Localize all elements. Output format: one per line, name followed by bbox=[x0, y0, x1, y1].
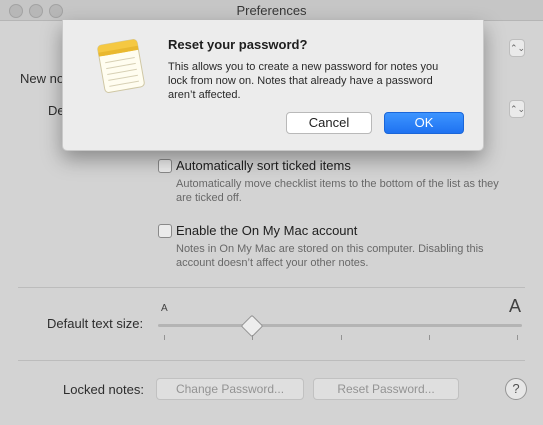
alert-message: This allows you to create a new password… bbox=[168, 61, 439, 101]
alert-title: Reset your password? bbox=[168, 37, 308, 52]
reset-password-alert: Reset your password? This allows you to … bbox=[62, 20, 484, 151]
ok-button[interactable]: OK bbox=[384, 112, 464, 134]
cancel-button[interactable]: Cancel bbox=[286, 112, 372, 134]
notes-app-icon bbox=[97, 39, 145, 93]
